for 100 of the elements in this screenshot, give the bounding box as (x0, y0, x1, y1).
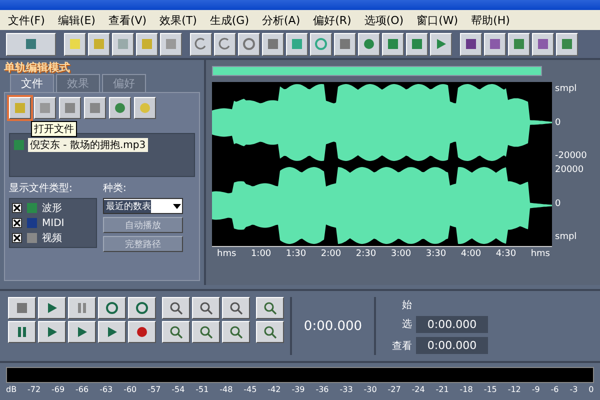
toolbar-button[interactable] (109, 97, 131, 119)
checkbox[interactable] (12, 233, 22, 243)
record-icon (135, 325, 149, 339)
axis-label: 0 (554, 198, 562, 208)
transport-button[interactable] (38, 297, 66, 319)
checkbox[interactable] (12, 218, 22, 228)
menu-item[interactable]: 分析(A) (262, 12, 300, 28)
time-field[interactable]: 0:00.000 (416, 337, 488, 354)
axis-label: 20000 (554, 165, 585, 175)
zoom-icon (169, 325, 183, 339)
help-button[interactable] (134, 97, 156, 119)
toolbar-button[interactable] (136, 32, 158, 56)
pause-icon (75, 301, 89, 315)
meter-tick: -18 (460, 385, 473, 394)
axis-label: -20000 (554, 151, 588, 161)
toolbar-button[interactable] (160, 32, 182, 56)
sort-label: 种类: (103, 182, 128, 195)
open-file-button[interactable] (9, 97, 31, 119)
menu-item[interactable]: 帮助(H) (471, 12, 510, 28)
transport-button[interactable] (68, 297, 96, 319)
ruler-label: 2:00 (320, 249, 342, 259)
checkbox-label: MIDI (42, 218, 64, 228)
zoom-icon (229, 325, 243, 339)
meter-tick: -9 (532, 385, 540, 394)
toolbar-button[interactable] (6, 32, 56, 56)
menu-item[interactable]: 选项(O) (364, 12, 404, 28)
arrow-icon (434, 37, 448, 51)
toolbar-button[interactable] (406, 32, 428, 56)
toolbar-button[interactable] (59, 97, 81, 119)
mode-title: 单轨编辑模式 (4, 60, 71, 74)
meter-tick: -39 (292, 385, 305, 394)
meter-tick: -66 (76, 385, 89, 394)
close-file-button[interactable] (34, 97, 56, 119)
meter-tick: -33 (340, 385, 353, 394)
ruler-label: hms (216, 249, 236, 259)
toolbar-button[interactable] (358, 32, 380, 56)
transport-button[interactable] (68, 321, 96, 343)
toolbar-button[interactable] (382, 32, 404, 56)
caret-icon (172, 201, 182, 211)
toolbar-button[interactable] (310, 32, 332, 56)
axis-label: smpl (554, 232, 578, 242)
zoom-button[interactable] (192, 321, 220, 343)
meter-tick: -48 (220, 385, 233, 394)
zoom-button[interactable] (256, 321, 284, 343)
zoom-icon (229, 301, 243, 315)
toolbar-button[interactable] (238, 32, 260, 56)
toolbar-button[interactable] (556, 32, 578, 56)
zoom-button[interactable] (222, 321, 250, 343)
redo-icon (218, 37, 232, 51)
toolbar-button[interactable] (214, 32, 236, 56)
transport-button[interactable] (8, 297, 36, 319)
menu-item[interactable]: 查看(V) (108, 12, 147, 28)
toolbar-button[interactable] (334, 32, 356, 56)
zoom-button[interactable] (162, 297, 190, 319)
meter-tick: -69 (52, 385, 65, 394)
toolbar-button[interactable] (84, 97, 106, 119)
meter-tick: -21 (436, 385, 449, 394)
toolbar-button[interactable] (508, 32, 530, 56)
transport-button[interactable] (128, 297, 156, 319)
toolbar-button[interactable] (460, 32, 482, 56)
meter-tick: 0 (588, 385, 594, 394)
zoom-button[interactable] (222, 297, 250, 319)
zoom-button[interactable] (162, 321, 190, 343)
menu-item[interactable]: 效果(T) (160, 12, 197, 28)
checkbox[interactable] (12, 203, 22, 213)
meter-tick: -36 (316, 385, 329, 394)
field-label: 选 (402, 318, 412, 332)
ruler-label: hms (530, 249, 550, 259)
toolbar-button[interactable] (64, 32, 86, 56)
transport-button[interactable] (8, 321, 36, 343)
menu-item[interactable]: 文件(F) (8, 12, 45, 28)
play-icon (45, 301, 59, 315)
toolbar-button[interactable] (262, 32, 284, 56)
toolbar-button[interactable] (430, 32, 452, 56)
sort-dropdown[interactable]: 最近的数表 (103, 198, 183, 214)
transport-button[interactable] (38, 321, 66, 343)
zoom-button[interactable] (192, 297, 220, 319)
ruler-label: 2:30 (354, 249, 376, 259)
toolbar-button[interactable] (190, 32, 212, 56)
menu-item[interactable]: 窗口(W) (416, 12, 458, 28)
meter-tick: -42 (268, 385, 281, 394)
file-type-label: 显示文件类型: (9, 182, 74, 195)
transport-button[interactable] (98, 321, 126, 343)
toolbar-button[interactable] (532, 32, 554, 56)
toolbar-button[interactable] (484, 32, 506, 56)
transport-button[interactable] (98, 297, 126, 319)
menu-item[interactable]: 生成(G) (210, 12, 249, 28)
menu-item[interactable]: 编辑(E) (58, 12, 96, 28)
zoom-button[interactable] (256, 297, 284, 319)
toolbar-button[interactable] (88, 32, 110, 56)
meter-tick: -30 (364, 385, 377, 394)
file-item[interactable]: 倪安东 - 散场的拥抱.mp3 (28, 138, 148, 152)
meter-tick: -57 (148, 385, 161, 394)
time-field[interactable]: 0:00.000 (416, 316, 488, 333)
toolbar-button[interactable] (286, 32, 308, 56)
tab[interactable]: 文件 (10, 74, 54, 92)
meter-tick: -15 (484, 385, 497, 394)
toolbar-button[interactable] (112, 32, 134, 56)
menu-item[interactable]: 偏好(R) (313, 12, 352, 28)
transport-button[interactable] (128, 321, 156, 343)
